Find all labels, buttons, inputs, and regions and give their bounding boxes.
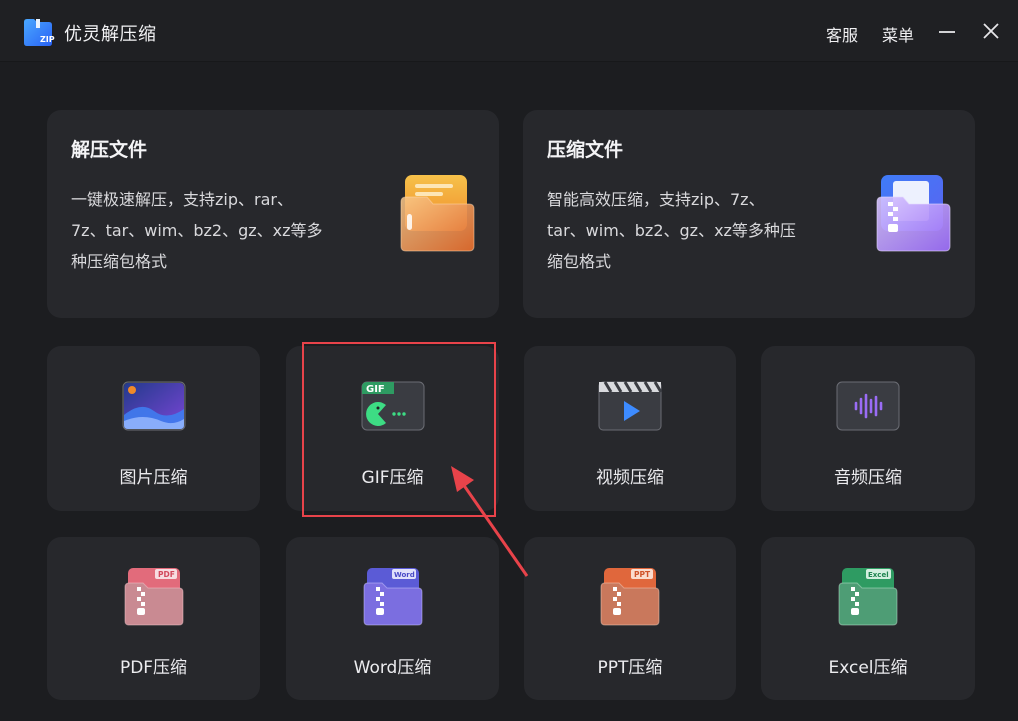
audio-compress-card[interactable]: 音频压缩 [761, 346, 975, 511]
image-compress-label: 图片压缩 [119, 468, 188, 488]
compress-desc-line: tar、wim、bz2、gz、xz等多种压 [547, 221, 796, 240]
minimize-icon[interactable] [936, 20, 958, 42]
excel-compress-card[interactable]: Excel Excel压缩 [761, 537, 975, 700]
gif-icon: GIF [361, 381, 424, 431]
video-compress-card[interactable]: 视频压缩 [524, 346, 736, 511]
word-compress-card[interactable]: Word Word压缩 [286, 537, 499, 700]
video-compress-label: 视频压缩 [596, 468, 664, 488]
app-logo-icon: ZIP [24, 19, 55, 46]
excel-badge-text: Excel [868, 571, 889, 579]
close-icon[interactable] [980, 20, 1002, 42]
compress-desc-line: 智能高效压缩，支持zip、7z、 [547, 190, 765, 209]
word-badge-text: Word [394, 571, 415, 579]
compress-card-description: 智能高效压缩，支持zip、7z、 tar、wim、bz2、gz、xz等多种压 缩… [547, 184, 796, 277]
ppt-compress-label: PPT压缩 [597, 658, 663, 678]
extract-desc-line: 一键极速解压，支持zip、rar、 [71, 190, 293, 209]
extract-card-description: 一键极速解压，支持zip、rar、 7z、tar、wim、bz2、gz、xz等多… [71, 184, 323, 277]
image-compress-card[interactable]: 图片压缩 [47, 346, 260, 511]
menu-button[interactable]: 菜单 [882, 22, 914, 46]
gif-badge-text: GIF [366, 384, 385, 395]
word-zip-icon: Word [363, 568, 422, 626]
video-icon [598, 381, 663, 431]
app-title: 优灵解压缩 [64, 24, 157, 45]
ppt-compress-card[interactable]: PPT PPT压缩 [524, 537, 736, 700]
extract-desc-line: 7z、tar、wim、bz2、gz、xz等多 [71, 221, 323, 240]
title-bar: ZIP 优灵解压缩 客服 菜单 [0, 0, 1018, 62]
extract-card-title: 解压文件 [71, 139, 148, 161]
pdf-badge-text: PDF [158, 570, 175, 579]
customer-service-button[interactable]: 客服 [826, 22, 858, 46]
app-logo-text: ZIP [40, 35, 55, 44]
purple-zip-folder-icon [876, 175, 951, 252]
compress-desc-line: 缩包格式 [547, 252, 612, 271]
pdf-compress-card[interactable]: PDF PDF压缩 [47, 537, 260, 700]
compress-files-card[interactable]: 压缩文件 智能高效压缩，支持zip、7z、 tar、wim、bz2、gz、xz等… [523, 110, 975, 318]
audio-wave-icon [836, 381, 900, 431]
gif-compress-card[interactable]: GIF GIF压缩 [286, 346, 499, 511]
ppt-zip-icon: PPT [600, 568, 660, 626]
pdf-compress-label: PDF压缩 [119, 658, 188, 678]
pdf-zip-icon: PDF [124, 568, 183, 626]
extract-files-card[interactable]: 解压文件 一键极速解压，支持zip、rar、 7z、tar、wim、bz2、gz… [47, 110, 499, 318]
image-icon [122, 381, 185, 431]
ppt-badge-text: PPT [634, 570, 651, 579]
word-compress-label: Word压缩 [353, 658, 432, 678]
extract-desc-line: 种压缩包格式 [71, 252, 168, 271]
excel-compress-label: Excel压缩 [828, 658, 908, 678]
excel-zip-icon: Excel [838, 568, 898, 626]
orange-folder-icon [400, 175, 475, 252]
audio-compress-label: 音频压缩 [834, 468, 902, 488]
compress-card-title: 压缩文件 [547, 139, 624, 161]
gif-compress-label: GIF压缩 [361, 468, 424, 488]
